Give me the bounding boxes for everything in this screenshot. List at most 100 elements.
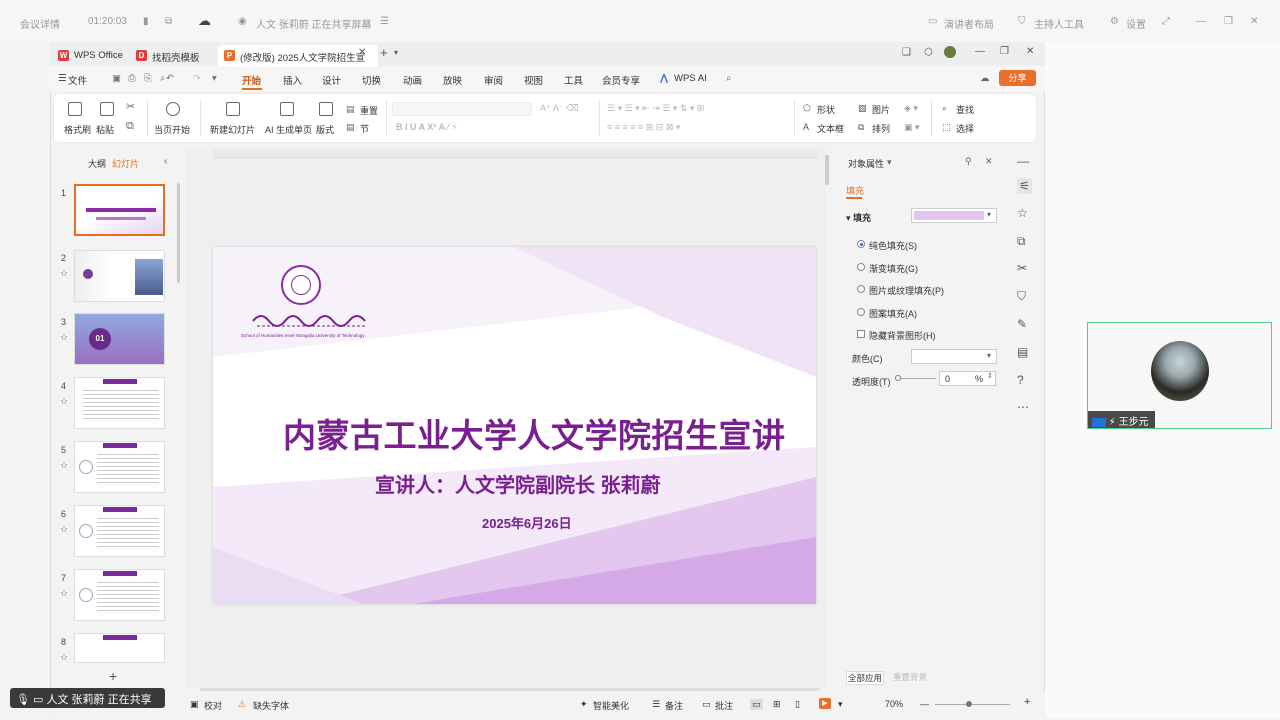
- vertical-scrollbar[interactable]: [825, 155, 829, 185]
- shirt-icon[interactable]: ⛉: [1017, 289, 1026, 304]
- from-current-button[interactable]: 当页开始: [154, 123, 190, 136]
- window-mode-icon[interactable]: ❑: [902, 47, 911, 58]
- solid-fill-label[interactable]: 纯色填充(S): [869, 239, 917, 252]
- collapse-bar-icon[interactable]: —: [1017, 154, 1029, 168]
- settings-button[interactable]: 设置: [1126, 16, 1146, 31]
- scissors-icon[interactable]: ✂: [126, 100, 135, 113]
- star-icon[interactable]: ☆: [60, 652, 68, 663]
- menu-wps-ai[interactable]: WPS AI: [674, 73, 707, 84]
- hide-bg-checkbox[interactable]: [857, 330, 865, 338]
- picture-button[interactable]: 图片: [872, 103, 890, 116]
- hamburger-icon[interactable]: ☰: [58, 73, 67, 84]
- properties-icon[interactable]: ⚟: [1017, 178, 1032, 194]
- ai-slide-button[interactable]: AI 生成单页: [265, 123, 312, 136]
- slide-thumbnail-2[interactable]: [74, 250, 165, 302]
- menu-animation[interactable]: 动画: [403, 73, 422, 87]
- print-icon[interactable]: ⎘: [144, 73, 152, 84]
- cloud-sync-icon[interactable]: ☁: [980, 73, 990, 84]
- cube-icon[interactable]: ⬡: [924, 47, 933, 58]
- close-icon[interactable]: ✕: [1250, 16, 1258, 27]
- preview-icon[interactable]: ⌕: [160, 73, 165, 84]
- textbox-button[interactable]: 文本框: [817, 122, 844, 135]
- gradient-fill-radio[interactable]: [857, 263, 865, 271]
- slide-presenter[interactable]: 宣讲人：人文学院副院长 张莉蔚: [375, 469, 661, 498]
- reset-background-button[interactable]: 重置背景: [890, 671, 930, 685]
- slide-thumbnail-4[interactable]: [74, 377, 165, 429]
- menu-slideshow[interactable]: 放映: [443, 73, 462, 87]
- book-icon[interactable]: ▤: [1017, 345, 1028, 359]
- outline-icon[interactable]: ▣ ▾: [904, 122, 920, 133]
- transparency-slider-handle[interactable]: [895, 375, 901, 381]
- gear-icon[interactable]: ⚙: [1110, 16, 1119, 27]
- star-icon[interactable]: ☆: [60, 588, 68, 599]
- popout-icon[interactable]: ⧉: [165, 16, 172, 27]
- menu-icon[interactable]: ☰: [380, 16, 389, 27]
- menu-home[interactable]: 开始: [242, 73, 261, 87]
- list-icons[interactable]: ☰ ▾ ☰ ▾ ⇤ ⇥ ☰ ▾ ⇅ ▾ ⊞: [607, 103, 704, 114]
- menu-view[interactable]: 视图: [524, 73, 543, 87]
- share-button[interactable]: 分享: [999, 70, 1036, 86]
- tab-wps-office[interactable]: W WPS Office: [52, 45, 128, 66]
- apply-all-button[interactable]: 全部应用: [846, 671, 884, 685]
- star-icon[interactable]: ☆: [60, 396, 68, 407]
- select-button[interactable]: 选择: [956, 122, 974, 135]
- slide-thumbnail-8[interactable]: [74, 633, 165, 663]
- collapse-icon[interactable]: ‹: [164, 156, 167, 167]
- missing-font-button[interactable]: 缺失字体: [253, 699, 289, 712]
- star-icon[interactable]: ☆: [60, 524, 68, 535]
- slide-thumbnail-6[interactable]: [74, 505, 165, 557]
- slide-title[interactable]: 内蒙古工业大学人文学院招生宣讲: [283, 409, 786, 457]
- shape-button[interactable]: 形状: [817, 103, 835, 116]
- align-icons[interactable]: ≡ ≡ ≡ ≡ ≡ ⊞ ⊟ ⊠ ▾: [607, 122, 680, 133]
- picture-fill-radio[interactable]: [857, 285, 865, 293]
- slide-thumbnail-1[interactable]: [74, 184, 165, 236]
- slide-date[interactable]: 2025年6月26日: [482, 513, 572, 532]
- color-select[interactable]: ▾: [911, 349, 997, 364]
- fill-icon[interactable]: ◈ ▾: [904, 103, 918, 114]
- more-icon[interactable]: ⋯: [1017, 400, 1029, 414]
- menu-transition[interactable]: 切换: [362, 73, 381, 87]
- gradient-fill-label[interactable]: 渐变填充(G): [869, 262, 918, 275]
- zoom-out-icon[interactable]: —: [920, 699, 929, 709]
- layout-button[interactable]: 版式: [316, 123, 334, 136]
- slide-thumbnail-5[interactable]: [74, 441, 165, 493]
- help-icon[interactable]: ?: [1017, 373, 1024, 387]
- picture-fill-label[interactable]: 图片或纹理填充(P): [869, 284, 944, 297]
- layout-icon[interactable]: ▭: [928, 16, 937, 27]
- host-tools-button[interactable]: 主持人工具: [1034, 16, 1084, 31]
- add-slide-icon[interactable]: +: [109, 668, 117, 684]
- star-icon[interactable]: ☆: [60, 332, 68, 343]
- slideshow-icon[interactable]: ▶: [819, 698, 831, 709]
- pattern-fill-label[interactable]: 图案填充(A): [869, 307, 917, 320]
- slide-thumbnail-3[interactable]: 01: [74, 313, 165, 365]
- beautify-button[interactable]: 智能美化: [593, 699, 629, 712]
- copy-icon[interactable]: ⧉: [1017, 234, 1026, 249]
- save-icon[interactable]: ▣: [112, 73, 121, 84]
- close-icon[interactable]: ✕: [1026, 46, 1034, 57]
- zoom-level[interactable]: 70%: [885, 699, 903, 709]
- star-icon[interactable]: ☆: [1017, 206, 1028, 220]
- chevron-down-icon[interactable]: ▾: [838, 699, 843, 710]
- star-icon[interactable]: ☆: [60, 268, 68, 279]
- more-chevron-icon[interactable]: ▾: [212, 73, 217, 84]
- edit-icon[interactable]: ✎: [1017, 317, 1027, 331]
- tab-templates[interactable]: D 找稻壳模板: [130, 45, 212, 66]
- zoom-in-icon[interactable]: +: [1024, 696, 1030, 708]
- export-icon[interactable]: ⎙: [128, 73, 136, 84]
- menu-tools[interactable]: 工具: [564, 73, 583, 87]
- meeting-details[interactable]: 会议详情: [20, 16, 60, 31]
- slide-thumbnail-7[interactable]: [74, 569, 165, 621]
- section-button[interactable]: 节: [360, 122, 369, 135]
- participant-video-tile[interactable]: 👤 ⚡ 王步元: [1087, 322, 1272, 429]
- notes-button[interactable]: 备注: [665, 699, 683, 712]
- fill-section-header[interactable]: ▾ 填充: [846, 211, 871, 224]
- minimize-icon[interactable]: —: [975, 46, 985, 57]
- font-name-select[interactable]: [392, 102, 532, 116]
- tab-presentation[interactable]: P (修改版) 2025人文学院招生宣: [218, 45, 378, 66]
- zoom-slider[interactable]: [935, 704, 1010, 705]
- search-icon[interactable]: ⌕: [726, 73, 731, 84]
- proof-button[interactable]: 校对: [204, 699, 222, 712]
- fill-tab[interactable]: 填充: [846, 184, 864, 197]
- pattern-fill-radio[interactable]: [857, 308, 865, 316]
- zoom-slider-handle[interactable]: [966, 701, 972, 707]
